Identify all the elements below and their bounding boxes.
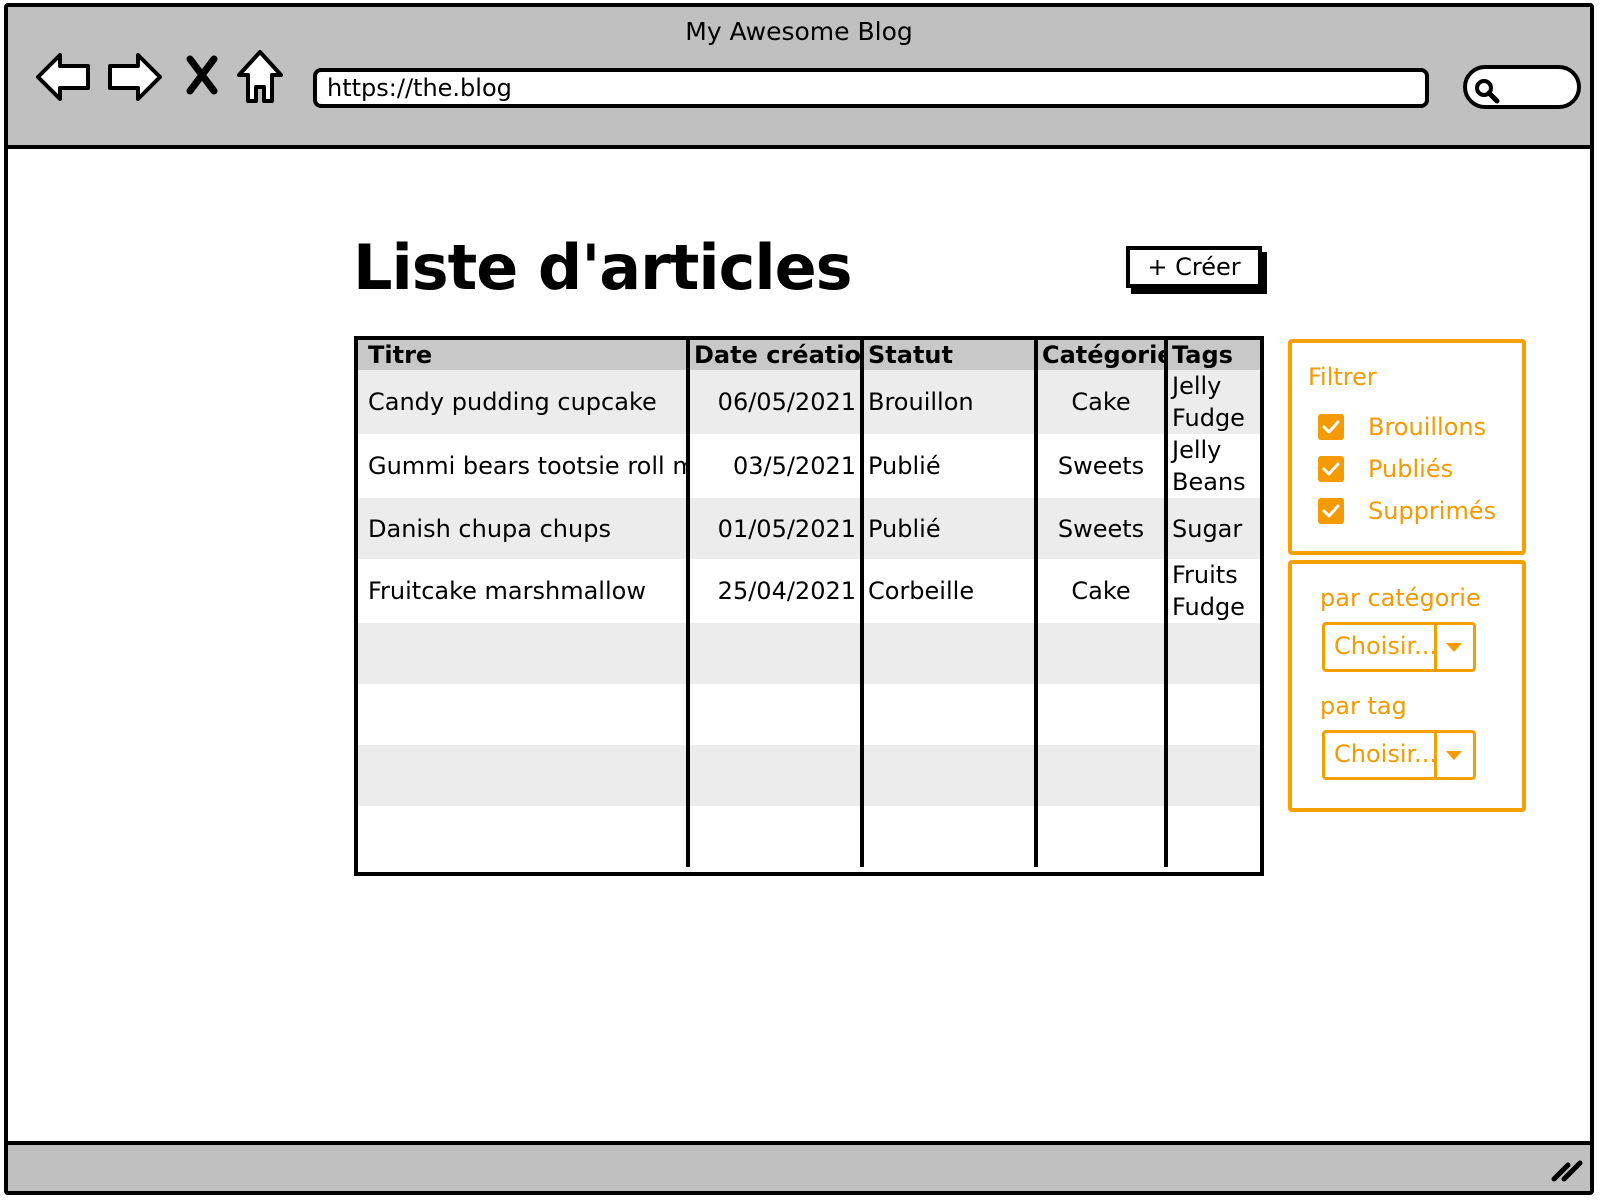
category-filter-label: par catégorie — [1320, 584, 1481, 612]
column-header-tags[interactable]: Tags — [1164, 340, 1260, 370]
table-row[interactable]: Fruitcake marshmallow 25/04/2021 Corbeil… — [358, 559, 1260, 623]
empty-row — [358, 745, 1260, 806]
tag: Fudge — [1172, 593, 1245, 621]
cell-date: 01/05/2021 — [686, 498, 862, 559]
forward-icon[interactable] — [106, 51, 164, 103]
category-select[interactable]: Choisir... — [1322, 622, 1476, 672]
tag-select[interactable]: Choisir... — [1322, 730, 1476, 780]
cell-status: Brouillon — [860, 370, 1036, 434]
filter-option-label: Brouillons — [1368, 413, 1487, 441]
column-header-date[interactable]: Date création — [686, 340, 862, 370]
column-header-category[interactable]: Catégorie — [1034, 340, 1166, 370]
tag: Beans — [1172, 468, 1246, 496]
category-select-value: Choisir... — [1334, 632, 1438, 660]
cell-status: Corbeille — [860, 559, 1036, 623]
cell-date: 06/05/2021 — [686, 370, 862, 434]
cell-tags: Fruits Fudge — [1164, 559, 1260, 623]
cell-tags: Jelly Beans — [1164, 434, 1260, 498]
browser-toolbar: My Awesome Blog https://the.blog — [8, 7, 1590, 149]
resize-grip-icon[interactable] — [1550, 1153, 1584, 1187]
browser-window: My Awesome Blog https://the.blog Liste d… — [4, 3, 1594, 1195]
stop-icon[interactable] — [184, 55, 220, 95]
tag: Sugar — [1172, 514, 1243, 543]
checkbox-checked-icon — [1318, 498, 1344, 524]
cell-category: Sweets — [1034, 498, 1166, 559]
filter-title: Filtrer — [1308, 363, 1377, 391]
home-icon[interactable] — [236, 49, 284, 105]
table-row[interactable]: Gummi bears tootsie roll m 03/5/2021 Pub… — [358, 434, 1260, 498]
articles-table: Titre Date création Statut Catégorie Tag… — [354, 336, 1264, 876]
column-header-status[interactable]: Statut — [860, 340, 1036, 370]
status-filter-panel: Filtrer Brouillons Publiés Supprimés — [1288, 339, 1526, 555]
column-header-title[interactable]: Titre — [358, 340, 688, 370]
tag: Fruits — [1172, 561, 1238, 589]
status-bar — [8, 1141, 1590, 1191]
tag-select-value: Choisir... — [1334, 740, 1438, 768]
cell-category: Sweets — [1034, 434, 1166, 498]
dropdown-arrow-icon — [1434, 625, 1473, 669]
search-icon — [1475, 79, 1500, 104]
empty-row — [358, 806, 1260, 867]
empty-row — [358, 623, 1260, 684]
dropdown-arrow-icon — [1434, 733, 1473, 777]
checkbox-checked-icon — [1318, 414, 1344, 440]
cell-title: Danish chupa chups — [368, 514, 611, 543]
cell-tags: Jelly Fudge — [1164, 370, 1260, 434]
back-icon[interactable] — [34, 51, 92, 103]
tag: Jelly — [1172, 436, 1222, 464]
empty-row — [358, 684, 1260, 745]
tag: Jelly — [1172, 372, 1222, 400]
cell-tags: Sugar — [1164, 498, 1260, 559]
cell-status: Publié — [860, 434, 1036, 498]
category-tag-filter-panel: par catégorie Choisir... par tag Choisir… — [1288, 560, 1526, 812]
checkbox-checked-icon — [1318, 456, 1344, 482]
tag-filter-label: par tag — [1320, 692, 1407, 720]
cell-category: Cake — [1034, 370, 1166, 434]
filter-option-label: Publiés — [1368, 455, 1454, 483]
browser-search-field[interactable] — [1463, 65, 1581, 109]
cell-date: 25/04/2021 — [686, 559, 862, 623]
cell-title: Fruitcake marshmallow — [368, 577, 646, 605]
cell-status: Publié — [860, 498, 1036, 559]
cell-category: Cake — [1034, 559, 1166, 623]
cell-title: Gummi bears tootsie roll m — [368, 452, 688, 480]
cell-date: 03/5/2021 — [686, 434, 862, 498]
cell-title: Candy pudding cupcake — [368, 388, 657, 416]
window-title: My Awesome Blog — [685, 17, 913, 46]
table-row[interactable]: Candy pudding cupcake 06/05/2021 Brouill… — [358, 370, 1260, 434]
filter-option-label: Supprimés — [1368, 497, 1497, 525]
url-bar[interactable]: https://the.blog — [313, 68, 1429, 108]
create-button[interactable]: + Créer — [1126, 246, 1262, 288]
tag: Fudge — [1172, 404, 1245, 432]
table-row[interactable]: Danish chupa chups 01/05/2021 Publié Swe… — [358, 498, 1260, 559]
table-header-row: Titre Date création Statut Catégorie Tag… — [358, 340, 1260, 370]
page-title: Liste d'articles — [353, 231, 853, 304]
